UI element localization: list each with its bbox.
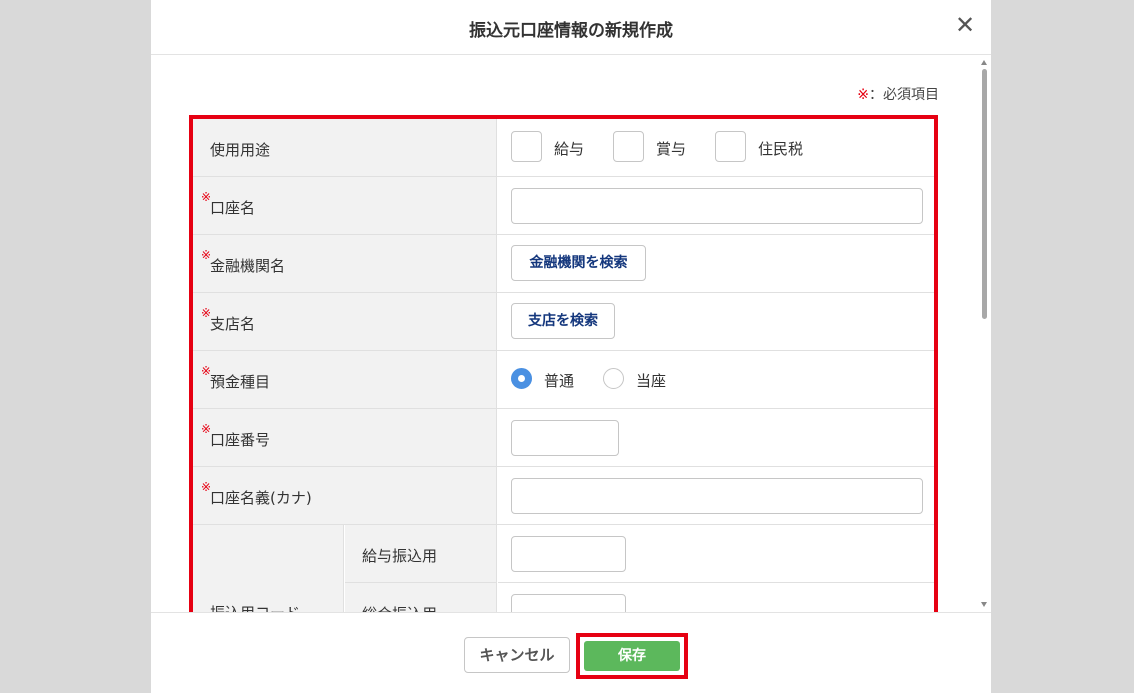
vertical-scrollbar[interactable] xyxy=(978,56,991,612)
cancel-button[interactable]: キャンセル xyxy=(464,637,570,673)
current-radio-label: 当座 xyxy=(636,372,667,390)
scroll-down-arrow-icon[interactable] xyxy=(981,602,987,607)
branch-name-label: 支店名 xyxy=(210,315,256,333)
modal-footer: キャンセル 保存 xyxy=(151,612,991,693)
row-usage: 使用用途 給与 賞与 住民税 xyxy=(193,119,934,177)
value-cell xyxy=(498,177,934,234)
usage-label: 使用用途 xyxy=(210,141,271,159)
scroll-up-arrow-icon[interactable] xyxy=(981,60,987,65)
search-branch-button[interactable]: 支店を検索 xyxy=(511,303,615,339)
resident-tax-checkbox-label: 住民税 xyxy=(758,140,804,158)
value-cell xyxy=(498,583,934,612)
value-cell: 支店を検索 xyxy=(498,293,934,350)
salary-transfer-label-cell: 給与振込用 xyxy=(345,525,497,583)
bonus-checkbox-label: 賞与 xyxy=(656,140,687,158)
row-deposit-type: ※ 預金種目 普通 当座 xyxy=(193,351,934,409)
required-note-text: ：必須項目 xyxy=(869,87,939,103)
row-account-number: ※ 口座番号 xyxy=(193,409,934,467)
deposit-type-label: 預金種目 xyxy=(210,373,271,391)
value-cell: 普通 当座 xyxy=(498,351,934,408)
general-transfer-label-cell: 総合振込用 xyxy=(345,583,497,612)
salary-checkbox-label: 給与 xyxy=(554,140,585,158)
row-transfer-code: 振込用コード 給与振込用 総合振込用 xyxy=(193,525,934,612)
search-bank-button[interactable]: 金融機関を検索 xyxy=(511,245,646,281)
ordinary-radio[interactable] xyxy=(511,368,532,389)
account-holder-input[interactable] xyxy=(511,478,923,514)
resident-tax-checkbox[interactable] xyxy=(715,131,746,162)
value-cell xyxy=(498,409,934,466)
value-cell xyxy=(498,467,934,524)
modal-header: 振込元口座情報の新規作成 ✕ xyxy=(151,0,991,55)
salary-transfer-label: 給与振込用 xyxy=(362,547,438,565)
label-cell: ※ 口座名義(カナ) xyxy=(193,467,497,524)
form-highlight-frame: 使用用途 給与 賞与 住民税 ※ 口座名 ※ 金融機関名 金融機関を検索 ※ 支… xyxy=(189,115,938,612)
label-cell: ※ 口座番号 xyxy=(193,409,497,466)
scroll-thumb[interactable] xyxy=(982,69,987,319)
transfer-code-label-cell: 振込用コード xyxy=(193,525,344,612)
general-transfer-label: 総合振込用 xyxy=(362,603,437,612)
close-icon[interactable]: ✕ xyxy=(953,12,977,38)
account-number-label: 口座番号 xyxy=(210,431,271,449)
bonus-checkbox[interactable] xyxy=(613,131,644,162)
required-note: ※：必須項目 xyxy=(857,84,939,104)
row-account-name: ※ 口座名 xyxy=(193,177,934,235)
required-mark: ※ xyxy=(857,87,869,103)
label-cell: ※ 支店名 xyxy=(193,293,497,350)
general-transfer-code-input[interactable] xyxy=(511,594,626,612)
salary-checkbox[interactable] xyxy=(511,131,542,162)
value-cell xyxy=(498,525,934,583)
account-name-input[interactable] xyxy=(511,188,923,224)
label-cell: 使用用途 xyxy=(193,119,497,176)
account-holder-label: 口座名義(カナ) xyxy=(210,489,312,507)
label-cell: ※ 口座名 xyxy=(193,177,497,234)
account-name-label: 口座名 xyxy=(210,199,256,217)
row-branch-name: ※ 支店名 支店を検索 xyxy=(193,293,934,351)
value-cell: 給与 賞与 住民税 xyxy=(498,119,934,176)
account-number-input[interactable] xyxy=(511,420,619,456)
row-account-holder: ※ 口座名義(カナ) xyxy=(193,467,934,525)
ordinary-radio-label: 普通 xyxy=(544,372,575,390)
save-button[interactable]: 保存 xyxy=(584,641,680,671)
transfer-code-label: 振込用コード xyxy=(210,602,300,612)
label-cell: ※ 預金種目 xyxy=(193,351,497,408)
modal-body[interactable]: ※：必須項目 使用用途 給与 賞与 住民税 ※ 口座名 ※ 金融機関名 金融機関… xyxy=(151,56,991,612)
label-cell: ※ 金融機関名 xyxy=(193,235,497,292)
modal-title: 振込元口座情報の新規作成 xyxy=(469,21,673,41)
value-cell: 金融機関を検索 xyxy=(498,235,934,292)
save-highlight-frame: 保存 xyxy=(576,633,688,679)
salary-transfer-code-input[interactable] xyxy=(511,536,626,572)
bank-name-label: 金融機関名 xyxy=(210,257,286,275)
modal-dialog: 振込元口座情報の新規作成 ✕ ※：必須項目 使用用途 給与 賞与 住民税 ※ 口… xyxy=(151,0,991,693)
current-radio[interactable] xyxy=(603,368,624,389)
row-bank-name: ※ 金融機関名 金融機関を検索 xyxy=(193,235,934,293)
